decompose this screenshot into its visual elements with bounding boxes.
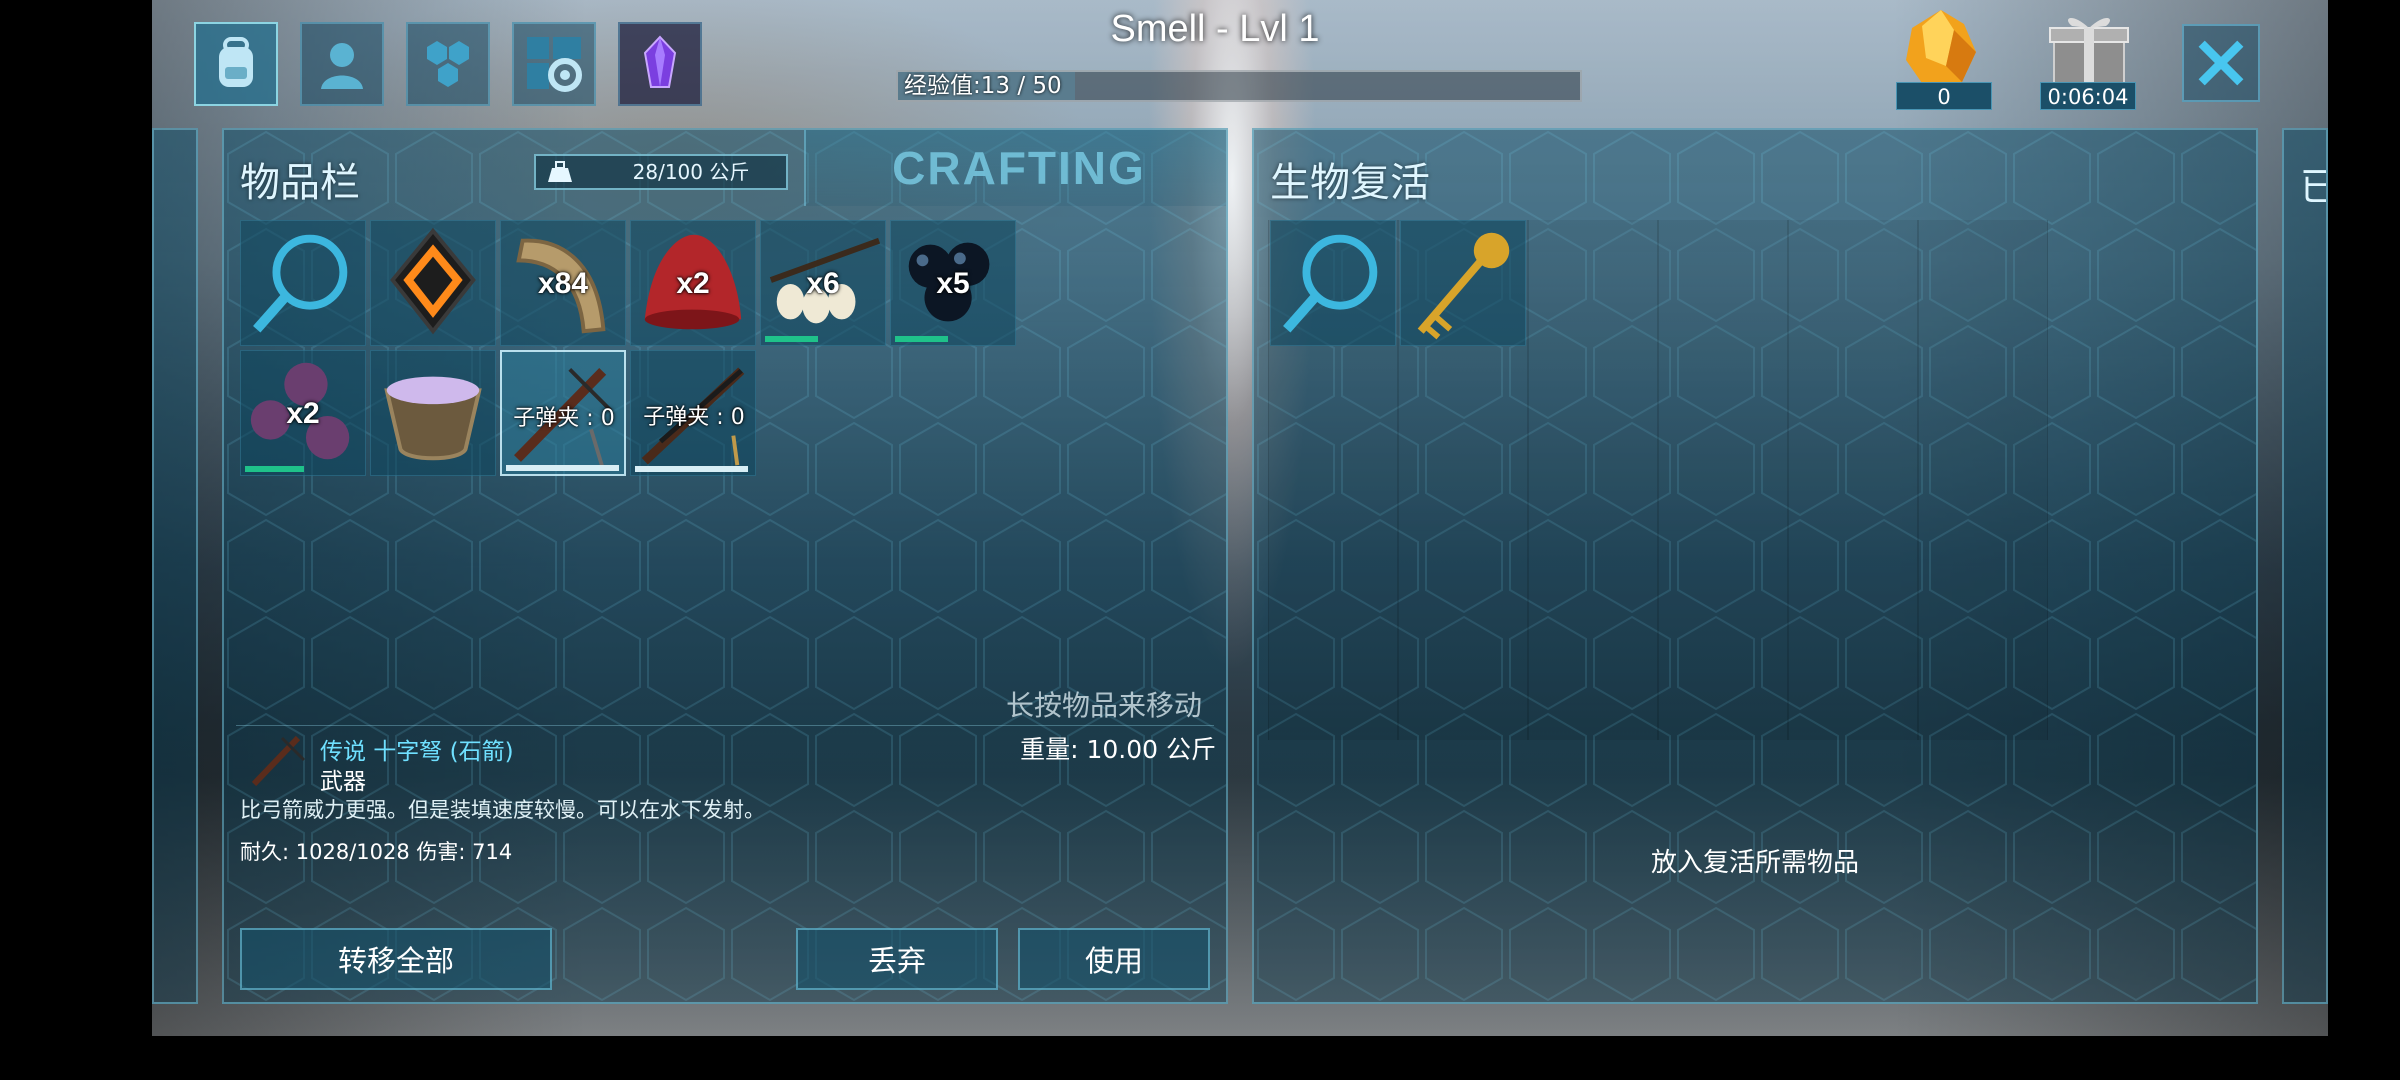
revive-column xyxy=(1528,220,1658,740)
selected-item-stats: 耐久: 1028/1028 伤害: 714 xyxy=(240,840,513,864)
mortar-slot[interactable] xyxy=(370,350,496,476)
backpack-icon xyxy=(219,37,253,87)
shotgun-durability-bar xyxy=(635,466,748,472)
left-edge-panel xyxy=(152,128,198,1004)
gift-timer: 0:06:04 xyxy=(2040,82,2136,110)
amber-icon[interactable] xyxy=(1896,6,1986,90)
revive-hint: 放入复活所需物品 xyxy=(1650,848,1859,878)
character-icon xyxy=(321,43,363,89)
search-slot[interactable] xyxy=(240,220,366,346)
revive-column xyxy=(1658,220,1788,740)
eggs-quantity: x6 xyxy=(806,267,840,300)
purple-berries-spoil-bar xyxy=(245,466,304,472)
crossbow-durability-bar xyxy=(506,465,619,471)
revive-column xyxy=(1918,220,2048,740)
selected-item-name: 传说 十字弩 (石箭) xyxy=(320,739,514,765)
right-edge-panel: 已 xyxy=(2282,128,2328,1004)
implant-slot[interactable] xyxy=(370,220,496,346)
tribe-tab-button[interactable] xyxy=(406,22,490,106)
crossbow-slot[interactable]: 子弹夹 : 0 xyxy=(500,350,626,476)
purple-berries-quantity: x2 xyxy=(286,397,320,430)
use-button[interactable]: 使用 xyxy=(1018,928,1210,990)
settings-icon xyxy=(527,37,582,92)
right-edge-label: 已 xyxy=(2300,156,2326,211)
selected-item-type: 武器 xyxy=(320,769,366,795)
eggs-spoil-bar xyxy=(765,336,818,342)
blackberries-quantity: x5 xyxy=(936,267,970,300)
weight-capacity: 28/100 公斤 xyxy=(534,154,788,190)
crystal-tab-button[interactable] xyxy=(618,22,702,106)
mortar-and-pestle-icon xyxy=(384,376,482,461)
close-button[interactable] xyxy=(2182,24,2260,102)
weight-capacity-text: 28/100 公斤 xyxy=(632,160,750,184)
selected-item-description: 比弓箭威力更强。但是装填速度较慢。可以在水下发射。 xyxy=(240,798,765,822)
eggs-slot[interactable]: x6 xyxy=(760,220,886,346)
character-tab-button[interactable] xyxy=(300,22,384,106)
selected-item-icon xyxy=(251,735,306,787)
settings-tab-button[interactable] xyxy=(512,22,596,106)
meat-quantity: x2 xyxy=(676,267,710,300)
wood-slot[interactable]: x84 xyxy=(500,220,626,346)
close-icon xyxy=(2198,40,2244,86)
magnifier-icon xyxy=(253,234,348,333)
golden-key-icon xyxy=(1417,232,1510,340)
crafting-tab[interactable]: CRAFTING xyxy=(804,130,1226,206)
tribe-icon xyxy=(427,41,469,87)
shotgun-slot[interactable]: 子弹夹 : 0 xyxy=(630,350,756,476)
gift-icon[interactable] xyxy=(2042,10,2136,88)
info-divider xyxy=(236,725,1214,726)
magnifier-icon xyxy=(1283,234,1378,333)
move-hint: 长按物品来移动 xyxy=(1005,689,1202,722)
revive-key-slot[interactable] xyxy=(1400,220,1526,346)
implant-icon xyxy=(390,227,476,335)
blackberries-spoil-bar xyxy=(895,336,948,342)
crystal-icon xyxy=(643,35,677,88)
weight-icon xyxy=(548,161,572,182)
drop-button[interactable]: 丢弃 xyxy=(796,928,998,990)
meat-slot[interactable]: x2 xyxy=(630,220,756,346)
crafting-tab-label: CRAFTING xyxy=(892,142,1146,194)
wood-quantity: x84 xyxy=(537,267,589,300)
revive-panel: 生物复活 放入复活所需物品 xyxy=(1252,128,2258,1004)
shotgun-ammo: 子弹夹 : 0 xyxy=(643,405,745,430)
inventory-title: 物品栏 xyxy=(240,160,360,206)
amber-count: 0 xyxy=(1896,82,1992,110)
blackberries-slot[interactable]: x5 xyxy=(890,220,1016,346)
crossbow-ammo: 子弹夹 : 0 xyxy=(513,406,615,431)
item-weight: 重量: 10.00 公斤 xyxy=(1020,735,1216,764)
transfer-all-button[interactable]: 转移全部 xyxy=(240,928,552,990)
xp-text: 经验值:13 / 50 xyxy=(904,73,1062,99)
inventory-panel: 物品栏 28/100 公斤 CRAFTING x84 x2 x6 x5 x2 子… xyxy=(222,128,1228,1004)
revive-title: 生物复活 xyxy=(1270,160,1430,206)
revive-search-slot[interactable] xyxy=(1270,220,1396,346)
player-title: Smell - Lvl 1 xyxy=(1110,8,1320,50)
purple-berries-slot[interactable]: x2 xyxy=(240,350,366,476)
xp-bar: 经验值:13 / 50 xyxy=(896,70,1582,102)
inventory-tab-button[interactable] xyxy=(194,22,278,106)
revive-column xyxy=(1788,220,1918,740)
